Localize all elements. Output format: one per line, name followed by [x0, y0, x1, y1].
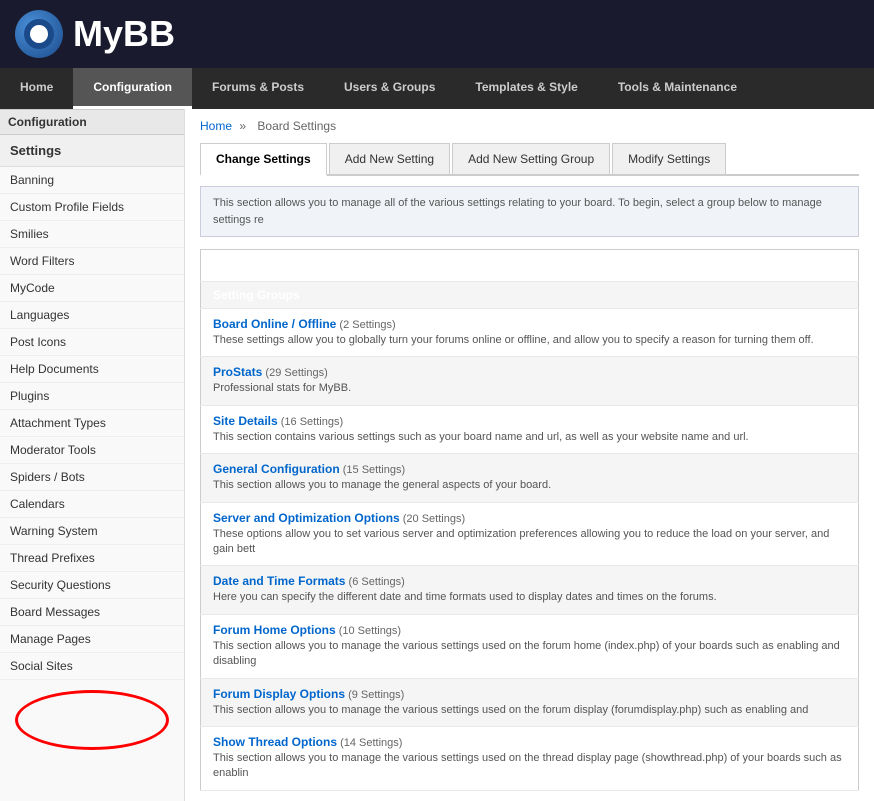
- table-row: Server and Optimization Options (20 Sett…: [201, 502, 859, 566]
- sidebar-item-social-sites[interactable]: Social Sites: [0, 653, 184, 680]
- main-nav: Home Configuration Forums & Posts Users …: [0, 68, 874, 109]
- setting-group-desc: These settings allow you to globally tur…: [213, 333, 846, 348]
- nav-configuration[interactable]: Configuration: [73, 68, 192, 109]
- table-row: General Configuration (15 Settings) This …: [201, 454, 859, 502]
- table-row: Forum Display Options (9 Settings) This s…: [201, 678, 859, 726]
- logo-text: MyBB: [73, 13, 175, 55]
- setting-group-desc: These options allow you to set various s…: [213, 527, 846, 558]
- setting-group-count: (2 Settings): [336, 319, 395, 331]
- setting-group-count: (16 Settings): [278, 416, 343, 428]
- tabs-bar: Change Settings Add New Setting Add New …: [200, 143, 859, 176]
- setting-group-title[interactable]: Date and Time Formats: [213, 574, 345, 588]
- setting-group-count: (29 Settings): [262, 367, 327, 379]
- info-text: This section allows you to manage all of…: [213, 197, 822, 226]
- sidebar-item-thread-prefixes[interactable]: Thread Prefixes: [0, 545, 184, 572]
- breadcrumb-current: Board Settings: [257, 119, 336, 133]
- settings-table-header: Board Settings: [201, 250, 859, 282]
- nav-tools-maintenance[interactable]: Tools & Maintenance: [598, 68, 757, 109]
- setting-group-title[interactable]: Forum Display Options: [213, 687, 345, 701]
- breadcrumb: Home » Board Settings: [200, 119, 859, 133]
- sidebar-item-security-questions[interactable]: Security Questions: [0, 572, 184, 599]
- setting-group-desc: This section allows you to manage the ge…: [213, 478, 846, 493]
- breadcrumb-home[interactable]: Home: [200, 119, 232, 133]
- setting-group-title[interactable]: Site Details: [213, 414, 278, 428]
- table-row: Show Thread Options (14 Settings) This se…: [201, 726, 859, 790]
- sidebar-item-word-filters[interactable]: Word Filters: [0, 248, 184, 275]
- logo-icon: [15, 10, 63, 58]
- tab-modify-settings[interactable]: Modify Settings: [612, 143, 726, 174]
- nav-templates-style[interactable]: Templates & Style: [455, 68, 597, 109]
- setting-group-title[interactable]: Show Thread Options: [213, 735, 337, 749]
- setting-group-desc: This section allows you to manage the va…: [213, 703, 846, 718]
- sidebar-item-smilies[interactable]: Smilies: [0, 221, 184, 248]
- table-row: Site Details (16 Settings) This section c…: [201, 405, 859, 453]
- sidebar-item-warning-system[interactable]: Warning System: [0, 518, 184, 545]
- table-row: ProStats (29 Settings) Professional stats…: [201, 357, 859, 405]
- sidebar-item-attachment-types[interactable]: Attachment Types: [0, 410, 184, 437]
- sidebar-item-manage-pages[interactable]: Manage Pages: [0, 626, 184, 653]
- sidebar-item-spiders-bots[interactable]: Spiders / Bots: [0, 464, 184, 491]
- setting-group-title[interactable]: Board Online / Offline: [213, 317, 336, 331]
- sidebar-item-moderator-tools[interactable]: Moderator Tools: [0, 437, 184, 464]
- nav-forums-posts[interactable]: Forums & Posts: [192, 68, 324, 109]
- logo-area: MyBB: [15, 10, 175, 58]
- setting-group-count: (6 Settings): [345, 576, 404, 588]
- red-oval-highlight: [15, 690, 169, 750]
- sidebar-item-banning[interactable]: Banning: [0, 167, 184, 194]
- setting-group-desc: Here you can specify the different date …: [213, 590, 846, 605]
- setting-group-count: (20 Settings): [400, 513, 465, 525]
- setting-group-count: (10 Settings): [336, 625, 401, 637]
- content-area: Home » Board Settings Change Settings Ad…: [185, 109, 874, 801]
- setting-group-title[interactable]: Server and Optimization Options: [213, 511, 400, 525]
- tab-change-settings[interactable]: Change Settings: [200, 143, 327, 176]
- sidebar-item-mycode[interactable]: MyCode: [0, 275, 184, 302]
- setting-group-title[interactable]: Forum Home Options: [213, 623, 336, 637]
- sidebar-heading: Settings: [0, 135, 184, 167]
- main-layout: Configuration Settings Banning Custom Pr…: [0, 109, 874, 801]
- setting-group-desc: This section allows you to manage the va…: [213, 751, 846, 782]
- setting-group-desc: This section contains various settings s…: [213, 430, 846, 445]
- setting-group-desc: Professional stats for MyBB.: [213, 381, 846, 396]
- setting-group-title[interactable]: ProStats: [213, 365, 262, 379]
- sidebar-item-post-icons[interactable]: Post Icons: [0, 329, 184, 356]
- breadcrumb-separator: »: [239, 119, 246, 133]
- sidebar-item-help-documents[interactable]: Help Documents: [0, 356, 184, 383]
- setting-group-count: (9 Settings): [345, 689, 404, 701]
- settings-table-subheader: Setting Groups: [201, 282, 859, 309]
- setting-group-title[interactable]: General Configuration: [213, 462, 340, 476]
- sidebar-item-custom-profile-fields[interactable]: Custom Profile Fields: [0, 194, 184, 221]
- sidebar-item-calendars[interactable]: Calendars: [0, 491, 184, 518]
- table-row: Date and Time Formats (6 Settings) Here y…: [201, 566, 859, 614]
- tab-add-new-setting[interactable]: Add New Setting: [329, 143, 450, 174]
- sidebar: Configuration Settings Banning Custom Pr…: [0, 109, 185, 801]
- nav-home[interactable]: Home: [0, 68, 73, 109]
- header: MyBB: [0, 0, 874, 68]
- table-row: Board Online / Offline (2 Settings) These…: [201, 309, 859, 357]
- info-box: This section allows you to manage all of…: [200, 186, 859, 237]
- setting-group-count: (15 Settings): [340, 464, 405, 476]
- settings-table: Board Settings Setting Groups Board Onli…: [200, 249, 859, 791]
- sidebar-item-board-messages[interactable]: Board Messages: [0, 599, 184, 626]
- setting-group-count: (14 Settings): [337, 737, 402, 749]
- sidebar-item-languages[interactable]: Languages: [0, 302, 184, 329]
- tab-add-new-setting-group[interactable]: Add New Setting Group: [452, 143, 610, 174]
- table-row: Forum Home Options (10 Settings) This sec…: [201, 614, 859, 678]
- setting-group-desc: This section allows you to manage the va…: [213, 639, 846, 670]
- nav-users-groups[interactable]: Users & Groups: [324, 68, 455, 109]
- sidebar-item-plugins[interactable]: Plugins: [0, 383, 184, 410]
- sidebar-section-title: Configuration: [0, 109, 184, 135]
